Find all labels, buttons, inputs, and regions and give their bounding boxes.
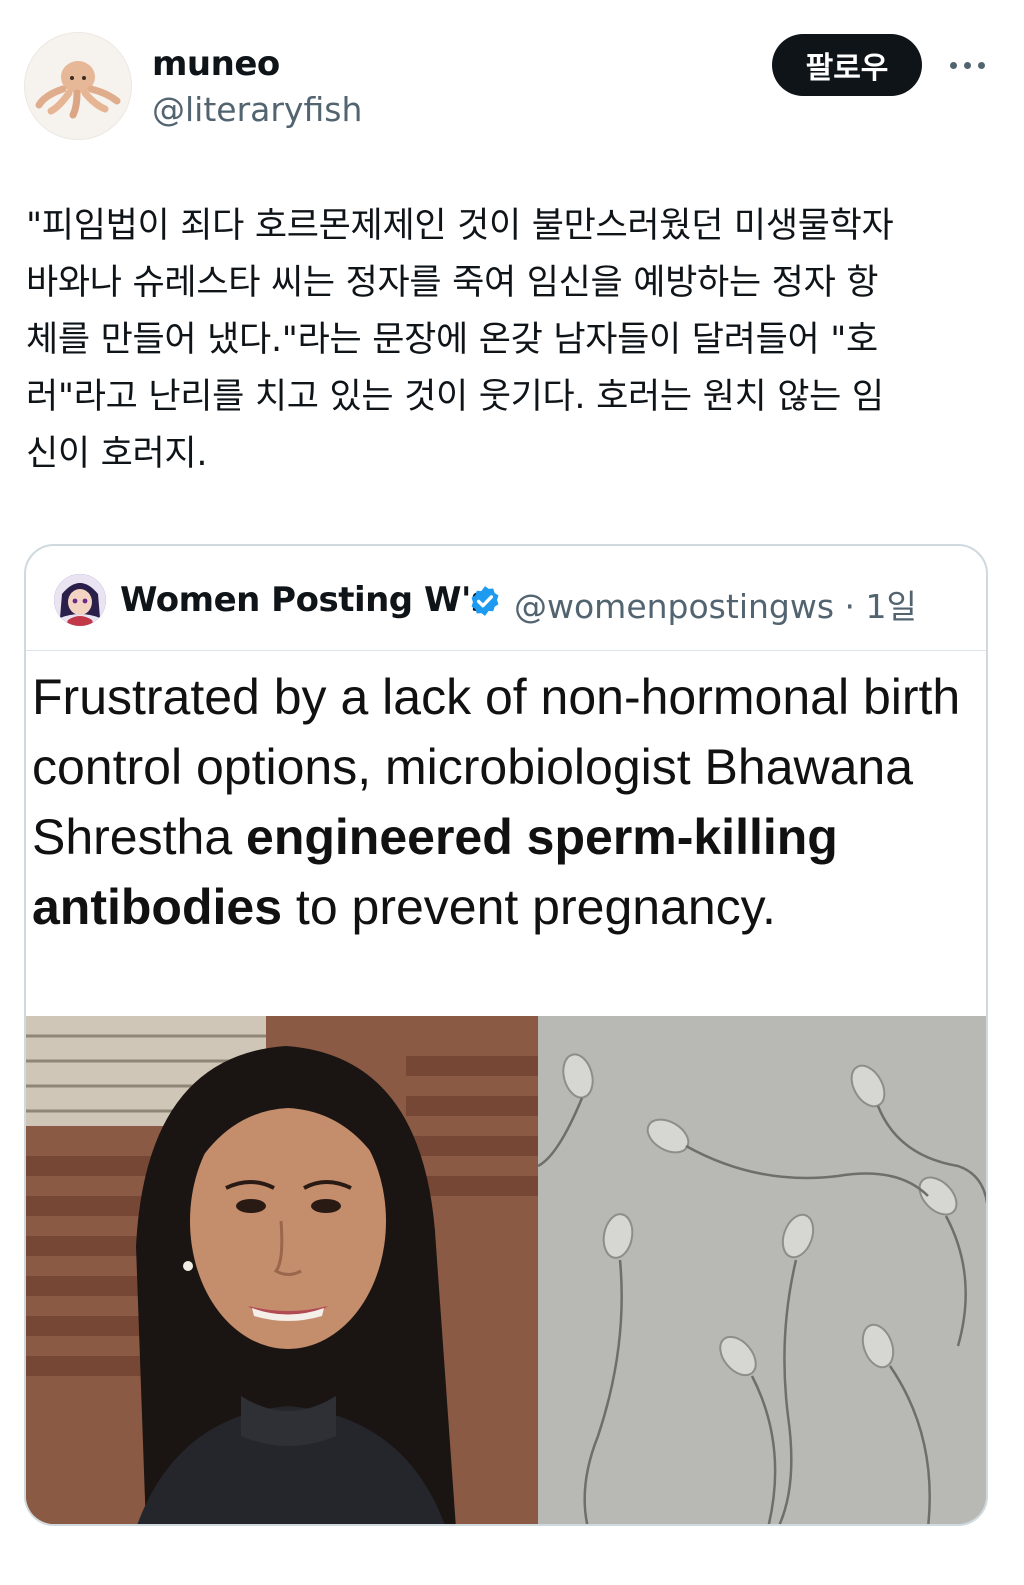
anime-avatar-icon	[54, 574, 106, 626]
quoted-tweet-header: Women Posting W's @womenpostingws · 1일	[26, 546, 986, 651]
verified-badge-icon	[471, 586, 499, 616]
quoted-avatar[interactable]	[54, 574, 106, 626]
follow-button[interactable]: 팔로우	[772, 34, 922, 96]
octopus-plush-icon	[25, 33, 131, 139]
quoted-tweet[interactable]: Women Posting W's @womenpostingws · 1일 F…	[24, 544, 988, 1526]
portrait-photo	[26, 1016, 538, 1524]
more-horizontal-icon[interactable]	[946, 42, 990, 86]
headline-regular-2: to prevent pregnancy.	[282, 879, 776, 935]
sperm-microscopy-photo	[538, 1016, 986, 1524]
quoted-handle-time: @womenpostingws · 1일	[514, 587, 917, 626]
tweet-text: "피임법이 죄다 호르몬제제인 것이 불만스러웠던 미생물학자 바와나 슈레스타…	[26, 206, 894, 474]
tweet-header: muneo @literaryfish 팔로우	[24, 32, 1000, 142]
author-avatar[interactable]	[24, 32, 132, 140]
media-headline: Frustrated by a lack of non-hormonal bir…	[32, 662, 972, 942]
author-handle[interactable]: @literaryfish	[152, 90, 362, 129]
author-name[interactable]: muneo	[152, 44, 280, 84]
quoted-author-name[interactable]: Women Posting W's	[120, 580, 491, 620]
quoted-media[interactable]: Frustrated by a lack of non-hormonal bir…	[26, 652, 986, 1524]
